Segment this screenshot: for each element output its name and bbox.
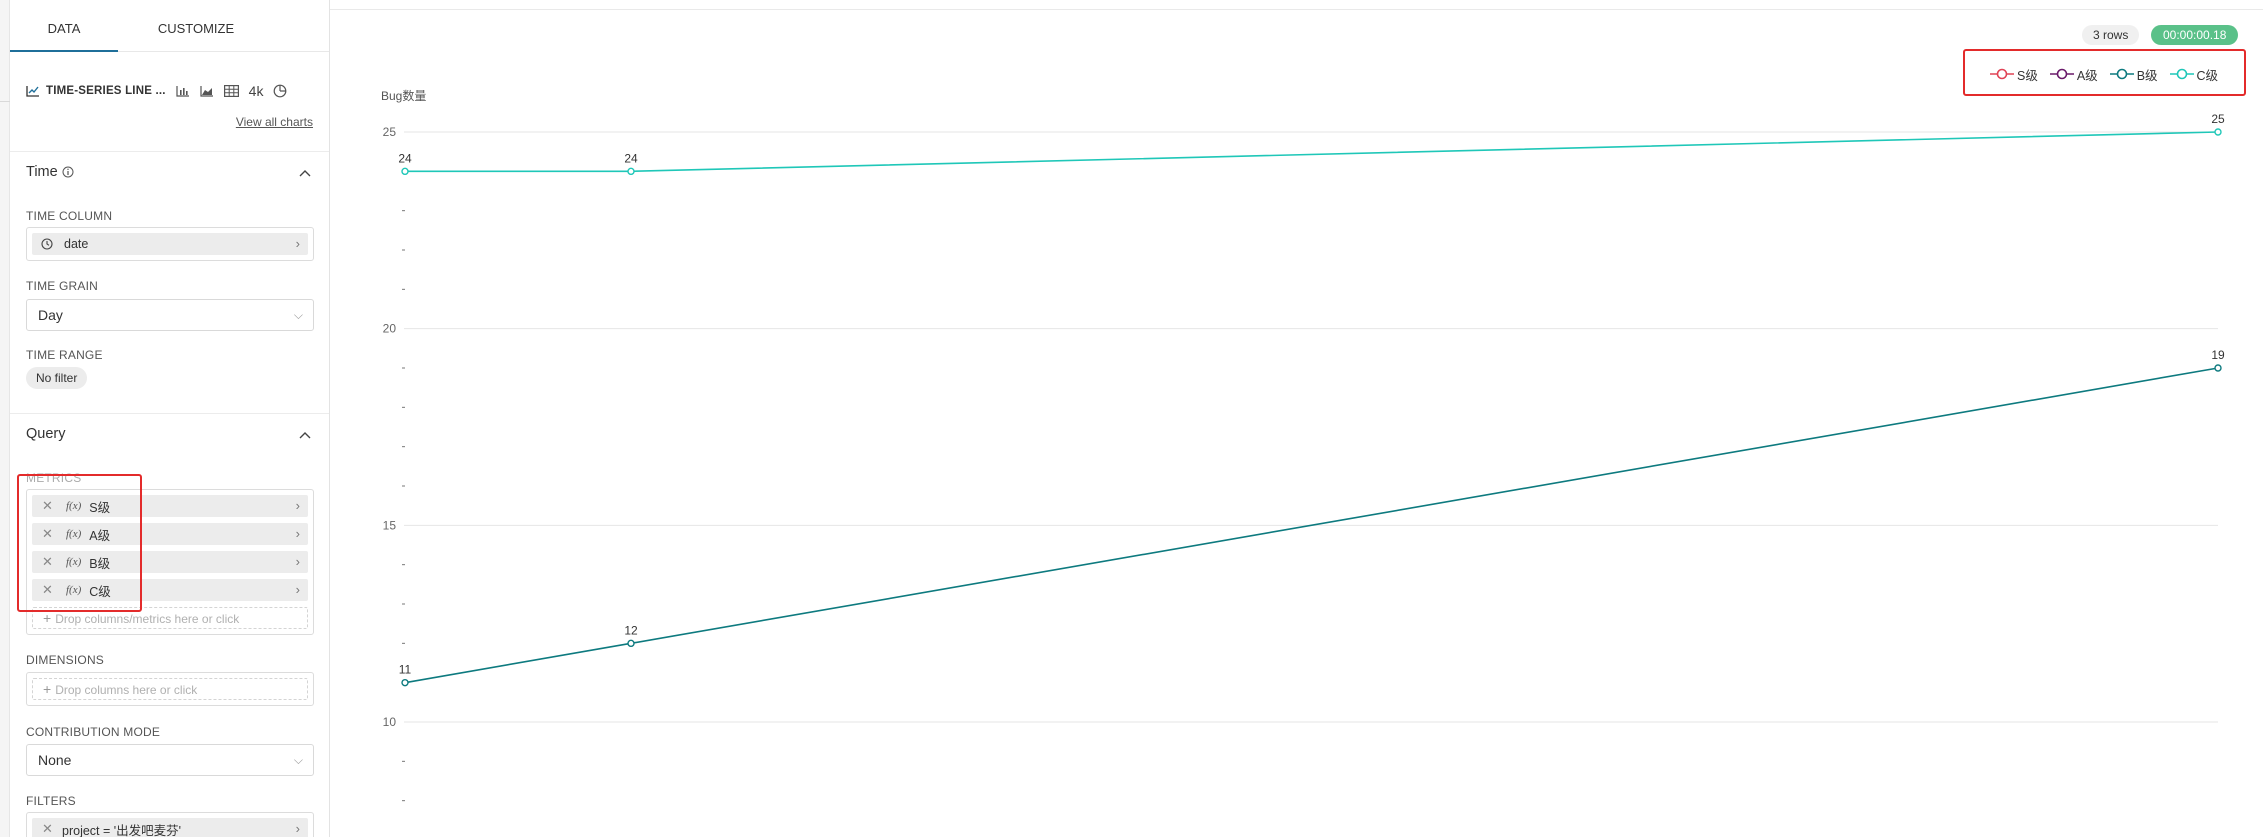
y-tick-label: 25 xyxy=(383,125,397,139)
time-column-value: date xyxy=(64,237,89,251)
dimensions-drop-zone[interactable]: + Drop columns here or click xyxy=(32,678,308,700)
time-range-tag[interactable]: No filter xyxy=(26,367,88,389)
collapsed-nav-strip xyxy=(0,0,10,837)
data-label: 25 xyxy=(2211,112,2225,126)
chevron-right-icon: › xyxy=(295,526,300,541)
data-point xyxy=(2214,364,2222,372)
metric-name: A级 xyxy=(89,528,111,543)
time-grain-value: Day xyxy=(38,307,63,323)
clock-icon xyxy=(41,238,53,250)
tab-customize[interactable]: CUSTOMIZE xyxy=(136,0,256,52)
panel-tabs: DATA CUSTOMIZE xyxy=(10,0,329,52)
line-chart: Bug数量1015202511121924 2425 xyxy=(381,88,2225,802)
metric-name: S级 xyxy=(89,500,111,515)
filter-pill[interactable]: ✕ project = '出发吧麦芬' › xyxy=(32,818,308,837)
metrics-box: ✕ f(x) S级 › ✕ f(x) A级 › ✕ f(x) B级 › ✕ f(… xyxy=(26,489,314,635)
query-section-header[interactable]: Query xyxy=(26,426,66,442)
data-point xyxy=(627,167,635,176)
filters-box: ✕ project = '出发吧麦芬' › xyxy=(26,812,314,837)
plus-icon: + xyxy=(43,681,52,697)
contribution-mode-value: None xyxy=(38,752,72,768)
data-point xyxy=(2214,128,2222,136)
close-icon[interactable]: ✕ xyxy=(42,582,54,598)
table-icon[interactable] xyxy=(223,85,239,97)
viz-type-label: TIME-SERIES LINE ... xyxy=(46,85,166,97)
metric-pill[interactable]: ✕ f(x) S级 › xyxy=(32,495,308,517)
metrics-drop-zone[interactable]: + Drop columns/metrics here or click xyxy=(32,607,308,629)
time-column-box: date › xyxy=(26,227,314,261)
chevron-right-icon: › xyxy=(295,582,300,597)
chevron-right-icon: › xyxy=(295,498,300,513)
close-icon[interactable]: ✕ xyxy=(42,526,54,542)
metrics-label: METRICS xyxy=(26,471,82,485)
data-label: 19 xyxy=(2211,348,2225,362)
pie-chart-icon[interactable] xyxy=(273,84,287,98)
time-column-pill[interactable]: date › xyxy=(32,233,308,255)
fx-icon: f(x) xyxy=(66,556,82,568)
big-number-icon[interactable]: 4k xyxy=(249,83,264,99)
metric-name: B级 xyxy=(89,556,111,571)
data-label: 12 xyxy=(624,623,638,637)
fx-icon: f(x) xyxy=(66,500,82,512)
chevron-down-icon: ⌵ xyxy=(293,308,303,322)
contribution-mode-select[interactable]: None ⌵ xyxy=(26,744,314,776)
filter-value: project = '出发吧麦芬' xyxy=(62,823,182,837)
chevron-up-icon[interactable] xyxy=(299,169,311,177)
time-section-header[interactable]: Time xyxy=(26,164,74,180)
y-tick-label: 15 xyxy=(383,518,397,532)
metric-pill[interactable]: ✕ f(x) B级 › xyxy=(32,551,308,573)
y-tick-label: 10 xyxy=(383,715,397,729)
close-icon[interactable]: ✕ xyxy=(42,821,54,837)
y-tick-label: 20 xyxy=(383,322,397,336)
area-chart-icon[interactable] xyxy=(200,85,214,97)
time-range-label: TIME RANGE xyxy=(26,348,103,362)
view-all-charts-link[interactable]: View all charts xyxy=(236,115,313,129)
metric-pill[interactable]: ✕ f(x) A级 › xyxy=(32,523,308,545)
line-chart-icon xyxy=(26,86,39,97)
fx-icon: f(x) xyxy=(66,528,82,540)
tab-data[interactable]: DATA xyxy=(10,0,118,52)
viz-type-selector[interactable]: TIME-SERIES LINE ... xyxy=(26,85,166,97)
close-icon[interactable]: ✕ xyxy=(42,498,54,514)
query-section-title: Query xyxy=(26,426,66,442)
data-label: 24 xyxy=(624,151,638,165)
metric-pill[interactable]: ✕ f(x) C级 › xyxy=(32,579,308,601)
fx-icon: f(x) xyxy=(66,584,82,596)
time-grain-select[interactable]: Day ⌵ xyxy=(26,299,314,331)
time-grain-label: TIME GRAIN xyxy=(26,279,99,293)
filters-label: FILTERS xyxy=(26,794,76,808)
chevron-up-icon[interactable] xyxy=(299,431,311,439)
data-point xyxy=(401,167,409,176)
time-column-label: TIME COLUMN xyxy=(26,209,113,223)
chevron-right-icon: › xyxy=(295,554,300,569)
chevron-down-icon: ⌵ xyxy=(293,753,303,767)
contribution-mode-label: CONTRIBUTION MODE xyxy=(26,725,161,739)
data-label: 11 xyxy=(399,663,412,677)
close-icon[interactable]: ✕ xyxy=(42,554,54,570)
info-icon xyxy=(62,166,74,178)
y-axis-title: Bug数量 xyxy=(381,88,426,103)
series-line xyxy=(405,131,2219,173)
metrics-drop-text: Drop columns/metrics here or click xyxy=(55,612,240,626)
data-label: 24 xyxy=(398,151,412,165)
metric-name: C级 xyxy=(89,584,111,599)
viz-type-row: TIME-SERIES LINE ... 4k xyxy=(26,80,287,102)
dimensions-label: DIMENSIONS xyxy=(26,653,105,667)
chevron-right-icon: › xyxy=(295,236,300,251)
data-point xyxy=(627,639,635,648)
dimensions-drop-text: Drop columns here or click xyxy=(55,683,198,697)
dimensions-box: + Drop columns here or click xyxy=(26,672,314,706)
control-panel: DATA CUSTOMIZE TIME-SERIES LINE ... 4k V… xyxy=(10,0,330,837)
plus-icon: + xyxy=(43,610,52,626)
time-section-title: Time xyxy=(26,164,58,180)
chevron-right-icon: › xyxy=(295,821,300,836)
data-point xyxy=(401,678,409,687)
bar-chart-icon[interactable] xyxy=(176,85,190,97)
